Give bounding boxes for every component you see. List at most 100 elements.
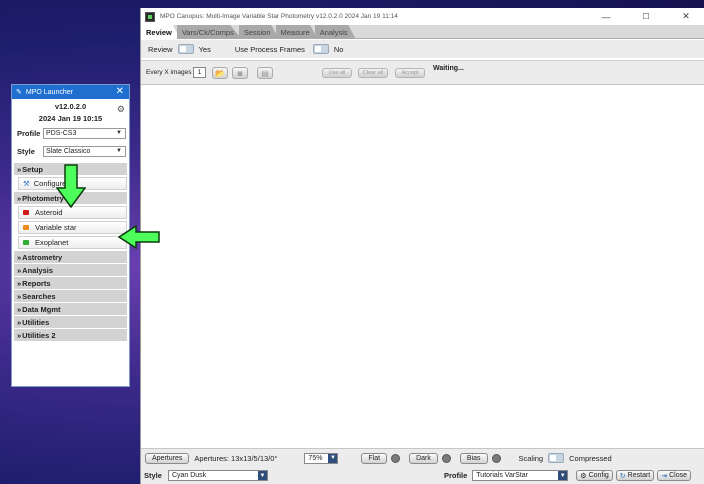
restart-icon: ↻: [619, 472, 626, 480]
close-label: Close: [669, 472, 688, 479]
window-titlebar: MPO Canopus: Multi-Image Variable Star P…: [141, 8, 704, 25]
tab-measure[interactable]: Measure: [275, 25, 318, 39]
folder-icon: 📂: [215, 68, 225, 78]
launcher-close-button[interactable]: ✕: [116, 86, 124, 97]
profile-select[interactable]: Tutorials VarStar ▼: [472, 470, 569, 481]
review-toggle[interactable]: [177, 44, 194, 54]
use-all-button[interactable]: Use all: [322, 68, 352, 78]
launcher-title: MPO Launcher: [25, 88, 73, 96]
every-x-images-label: Every X images: [146, 69, 192, 76]
expand-icon: »: [17, 330, 22, 340]
style-value: Cyan Dusk: [171, 472, 207, 479]
asteroid-label: Asteroid: [35, 208, 63, 217]
section-analysis[interactable]: » Analysis: [14, 264, 127, 276]
launcher-style-label: Style: [17, 147, 35, 156]
variable-star-item[interactable]: Variable star: [18, 221, 127, 234]
launcher-header: v12.0.2.0 2024 Jan 19 10:15 ⚙: [12, 102, 129, 123]
left-arrow-annotation: [118, 225, 160, 249]
minimize-button[interactable]: —: [593, 8, 619, 25]
section-utilities-2-label: Utilities 2: [22, 330, 56, 340]
launcher-date: 2024 Jan 19 10:15: [38, 114, 103, 123]
launcher-style-row: Style Slate Classico ▼: [12, 145, 129, 158]
launcher-profile-label: Profile: [17, 129, 41, 138]
section-utilities-2[interactable]: » Utilities 2: [14, 329, 127, 341]
expand-icon: »: [17, 317, 22, 327]
style-profile-bar: Style Cyan Dusk ▼ Profile Tutorials VarS…: [141, 467, 704, 484]
printer-icon: ▤: [261, 68, 269, 78]
flat-button[interactable]: Flat: [361, 452, 388, 464]
review-toolbar: Every X images 1 📂 ◙ ▤ Use all Clear all…: [141, 60, 704, 85]
review-value: Yes: [198, 44, 211, 54]
wrench-icon: ⚒: [23, 179, 30, 188]
review-options-row: Review Yes Use Process Frames No: [141, 40, 704, 58]
exoplanet-item[interactable]: Exoplanet: [18, 236, 127, 249]
image-display-area[interactable]: [141, 86, 704, 450]
aperture-bar: Apertures Apertures: 13x13/5/13/0° 75% ▼…: [141, 448, 704, 467]
scaling-toggle[interactable]: [548, 453, 565, 463]
clear-all-button[interactable]: Clear all: [358, 68, 388, 78]
profile-value: Tutorials VarStar: [476, 472, 529, 479]
tab-vars-ck-comps[interactable]: Vars/Ck/Comps: [176, 25, 242, 39]
expand-icon: »: [17, 291, 22, 301]
window-title: MPO Canopus: Multi-Image Variable Star P…: [160, 13, 398, 20]
tab-session[interactable]: Session: [238, 25, 279, 39]
config-button[interactable]: ⚙ Config: [576, 470, 613, 481]
launcher-version: v12.0.2.0: [54, 102, 87, 111]
section-reports[interactable]: » Reports: [14, 277, 127, 289]
use-process-frames-value: No: [333, 44, 344, 54]
tab-analysis[interactable]: Analysis: [314, 25, 356, 39]
review-label: Review: [148, 44, 173, 54]
settings-icon[interactable]: ⚙: [117, 104, 125, 115]
apertures-text: Apertures: 13x13/5/13/0°: [194, 453, 278, 463]
restart-button[interactable]: ↻ Restart: [615, 470, 655, 481]
section-searches[interactable]: » Searches: [14, 290, 127, 302]
every-x-images-input[interactable]: 1: [193, 67, 206, 78]
style-label: Style: [144, 471, 162, 480]
close-button[interactable]: ⇥ Close: [657, 470, 692, 481]
expand-icon: »: [17, 265, 22, 275]
exit-icon: ⇥: [661, 472, 668, 480]
profile-label: Profile: [443, 471, 468, 480]
dark-indicator: [441, 453, 451, 463]
open-folder-button[interactable]: 📂: [212, 67, 228, 79]
section-setup-label: Setup: [22, 164, 44, 174]
section-data-mgmt[interactable]: » Data Mgmt: [14, 303, 127, 315]
status-text: Waiting...: [433, 65, 464, 72]
tab-bar: Review Vars/Ck/Comps Session Measure Ana…: [141, 25, 704, 39]
app-icon: [145, 11, 155, 22]
section-utilities-label: Utilities: [22, 317, 50, 327]
launcher-profile-row: Profile PDS-CS3 ▼: [12, 127, 129, 140]
section-analysis-label: Analysis: [22, 265, 54, 275]
tab-review[interactable]: Review: [141, 25, 180, 39]
expand-icon: »: [17, 278, 22, 288]
section-utilities[interactable]: » Utilities: [14, 316, 127, 328]
launcher-profile-value: PDS-CS3: [46, 130, 77, 137]
use-process-frames-toggle[interactable]: [312, 44, 329, 54]
launcher-profile-select[interactable]: PDS-CS3 ▼: [43, 128, 126, 139]
variable-star-label: Variable star: [35, 223, 77, 232]
use-process-frames-label: Use Process Frames: [234, 44, 305, 54]
chevron-down-icon: ▼: [257, 471, 267, 480]
dark-button[interactable]: Dark: [409, 452, 438, 464]
scaling-label: Scaling: [518, 453, 544, 463]
expand-icon: »: [17, 252, 22, 262]
scaling-value: Compressed: [569, 453, 612, 463]
close-window-button[interactable]: ✕: [673, 8, 699, 25]
section-searches-label: Searches: [22, 291, 56, 301]
maximize-button[interactable]: ☐: [633, 8, 659, 25]
exoplanet-label: Exoplanet: [35, 238, 69, 247]
pencil-icon: ✎: [16, 89, 22, 96]
launcher-style-select[interactable]: Slate Classico ▼: [43, 146, 126, 157]
section-astrometry-label: Astrometry: [22, 252, 63, 262]
apertures-button[interactable]: Apertures: [145, 452, 190, 464]
style-select[interactable]: Cyan Dusk ▼: [167, 470, 268, 481]
section-astrometry[interactable]: » Astrometry: [14, 251, 127, 263]
config-label: Config: [588, 472, 609, 479]
print-button[interactable]: ▤: [257, 67, 273, 79]
accept-button[interactable]: Accept: [395, 68, 425, 78]
gear-icon: ⚙: [580, 472, 587, 480]
bias-button[interactable]: Bias: [459, 452, 488, 464]
zoom-select[interactable]: 75% ▼: [304, 452, 339, 464]
flat-indicator: [391, 453, 401, 463]
camera-button[interactable]: ◙: [232, 67, 248, 79]
